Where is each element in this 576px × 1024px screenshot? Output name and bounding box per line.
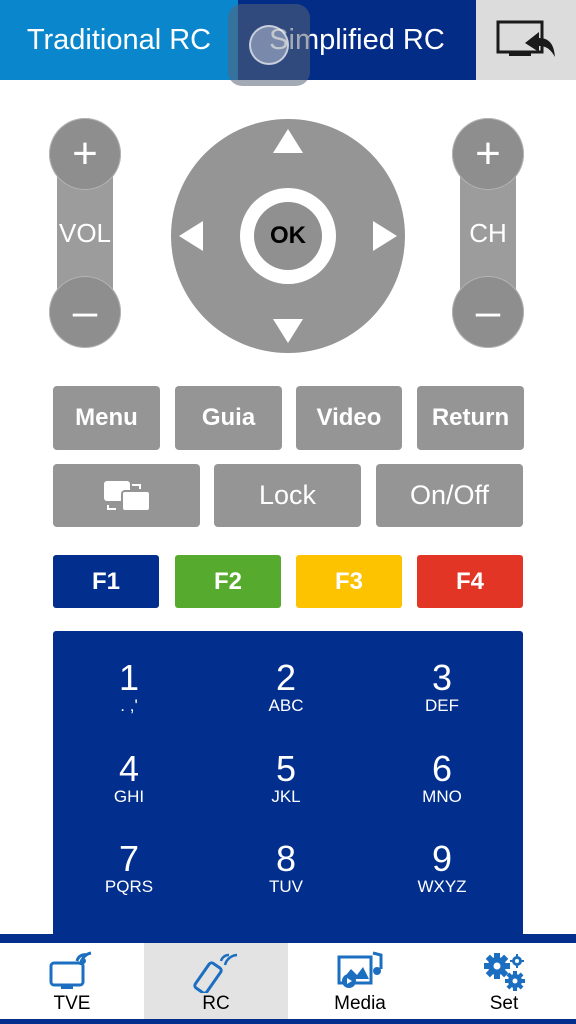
nav-tve-label: TVE	[53, 993, 91, 1014]
f2-label: F2	[213, 567, 242, 595]
key-2-letters: ABC	[268, 696, 304, 715]
ok-label: OK	[270, 222, 306, 249]
key-5[interactable]: 5 JKL	[226, 750, 346, 830]
key-3-letters: DEF	[425, 696, 459, 715]
key-1[interactable]: 1. ,'	[69, 659, 189, 739]
f2-button[interactable]: F2	[175, 555, 281, 608]
arrow-right-button[interactable]	[373, 221, 397, 251]
return-label: Return	[431, 404, 510, 431]
video-label: Video	[316, 404, 382, 431]
nav-rc-label: RC	[202, 993, 230, 1014]
arrow-left-button[interactable]	[179, 221, 203, 251]
f4-button[interactable]: F4	[417, 555, 523, 608]
bottom-nav: TVE RC Media Set	[0, 943, 576, 1019]
key-1-letters: . ,'	[120, 696, 138, 715]
nav-item-tve[interactable]: TVE	[0, 943, 144, 1019]
channel-up-button[interactable]: +	[452, 118, 524, 190]
key-8[interactable]: 8 TUV	[226, 840, 346, 920]
key-8-number: 8	[275, 838, 297, 879]
touch-indicator	[228, 4, 310, 86]
key-6[interactable]: 6 MNO	[382, 750, 502, 830]
nav-media-label: Media	[334, 993, 386, 1014]
power-label: On/Off	[409, 480, 490, 510]
key-1-number: 1	[118, 657, 140, 698]
media-gallery-icon	[337, 951, 383, 988]
volume-down-button[interactable]: –	[49, 276, 121, 348]
nav-item-media[interactable]: Media	[288, 943, 432, 1019]
key-4-letters: GHI	[113, 787, 145, 806]
guia-button[interactable]: Guia	[175, 386, 282, 450]
volume-rocker: + VOL –	[49, 118, 121, 348]
key-7-letters: PQRS	[104, 877, 154, 896]
header: Traditional RC Simplified RC	[0, 0, 576, 86]
volume-up-button[interactable]: +	[49, 118, 121, 190]
volume-plus-label: +	[72, 129, 98, 178]
arrow-down-button[interactable]	[273, 319, 303, 343]
key-5-number: 5	[275, 748, 297, 789]
f1-label: F1	[91, 567, 120, 595]
key-4[interactable]: 4 GHI	[69, 750, 189, 830]
video-button[interactable]: Video	[296, 386, 402, 450]
key-3-number: 3	[431, 657, 453, 698]
key-3[interactable]: 3 DEF	[382, 659, 502, 739]
nav-top-border	[0, 934, 576, 943]
key-9[interactable]: 9 WXYZ	[382, 840, 502, 920]
key-8-letters: TUV	[269, 877, 303, 896]
tv-wireless-icon	[49, 951, 92, 989]
volume-label: VOL	[58, 218, 112, 248]
key-5-letters: JKL	[271, 787, 301, 806]
nav-item-set[interactable]: Set	[432, 943, 576, 1019]
numeric-keypad: 1. ,' 2 ABC 3 DEF 4 GHI 5 JKL 6 MNO 7 PQRS 8 TU…	[53, 631, 523, 941]
dpad: OK	[171, 119, 405, 353]
remote-control-icon	[193, 953, 238, 993]
lock-button[interactable]: Lock	[214, 464, 361, 527]
nav-bottom-border	[0, 1019, 576, 1024]
ok-ring: OK	[240, 188, 336, 284]
nav-set-label: Set	[489, 993, 519, 1014]
channel-minus-label: –	[475, 287, 501, 336]
channel-down-button[interactable]: –	[452, 276, 524, 348]
screen-mirror-button[interactable]	[476, 0, 576, 80]
menu-button[interactable]: Menu	[53, 386, 160, 450]
lock-label: Lock	[258, 480, 317, 510]
f3-label: F3	[334, 567, 363, 595]
key-2-number: 2	[275, 657, 297, 698]
channel-plus-label: +	[475, 129, 501, 178]
key-9-number: 9	[431, 838, 453, 879]
settings-gears-icon	[484, 953, 525, 991]
menu-label: Menu	[75, 404, 138, 431]
ok-button[interactable]: OK	[254, 202, 322, 270]
nav-item-rc[interactable]: RC	[144, 943, 288, 1019]
tab-traditional-label: Traditional RC	[26, 23, 212, 56]
input-switch-icon	[103, 480, 151, 512]
f1-button[interactable]: F1	[53, 555, 159, 608]
channel-label: CH	[469, 218, 507, 248]
tab-traditional-rc[interactable]: Traditional RC	[0, 0, 238, 80]
volume-minus-label: –	[72, 287, 98, 336]
key-6-letters: MNO	[422, 787, 462, 806]
key-7[interactable]: 7 PQRS	[69, 840, 189, 920]
key-9-letters: WXYZ	[417, 877, 467, 896]
f3-button[interactable]: F3	[296, 555, 402, 608]
power-button[interactable]: On/Off	[376, 464, 523, 527]
key-2[interactable]: 2 ABC	[226, 659, 346, 739]
channel-rocker: + CH –	[452, 118, 524, 348]
f4-label: F4	[455, 567, 484, 595]
guia-label: Guia	[201, 404, 256, 431]
input-switch-button[interactable]	[53, 464, 200, 527]
key-6-number: 6	[431, 748, 453, 789]
arrow-up-button[interactable]	[273, 129, 303, 153]
return-button[interactable]: Return	[417, 386, 524, 450]
key-7-number: 7	[118, 838, 140, 879]
key-4-number: 4	[118, 748, 140, 789]
screen-mirror-icon	[496, 20, 555, 57]
